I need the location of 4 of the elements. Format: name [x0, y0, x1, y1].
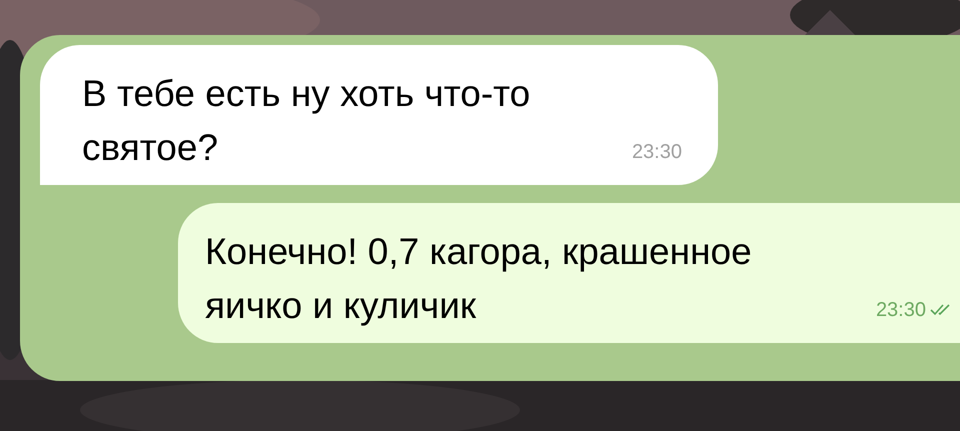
message-time: 23:30: [876, 298, 926, 323]
message-text: В тебе есть ну хоть что-то святое?: [82, 72, 532, 170]
message-text: Конечно! 0,7 кагора, крашенное яичко и куличик: [205, 230, 753, 328]
message-time: 23:30: [632, 140, 682, 165]
